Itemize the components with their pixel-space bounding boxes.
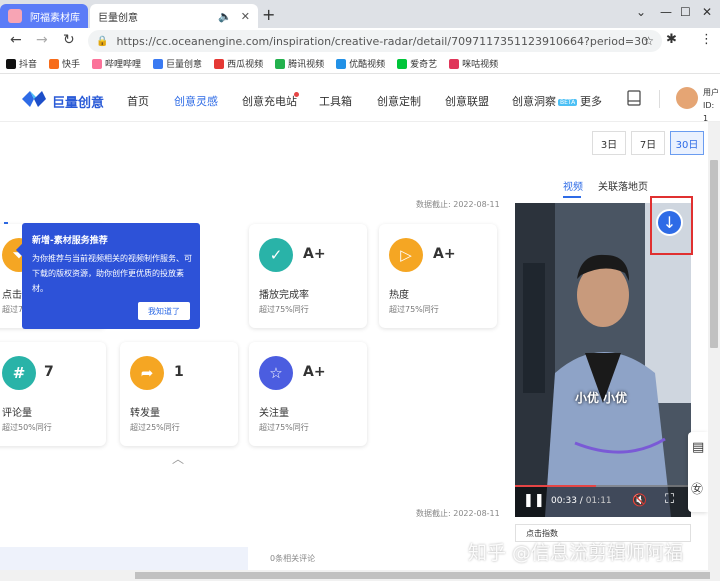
speaker-icon[interactable]: 🔈: [218, 10, 232, 23]
address-bar[interactable]: 🔒 https://cc.oceanengine.com/inspiration…: [88, 30, 662, 52]
bookmark-tencent[interactable]: 腾讯视频: [275, 57, 324, 70]
deadline-text-bottom: 数据截止: 2022-08-11: [416, 509, 500, 518]
bookmark-star-icon[interactable]: ☆: [643, 34, 654, 48]
bookmark-bilibili[interactable]: 哔哩哔哩: [92, 57, 141, 70]
lock-icon: 🔒: [96, 35, 109, 47]
tab-title: 阿福素材库: [30, 12, 80, 24]
avatar[interactable]: [676, 87, 698, 109]
notification-dot: [294, 92, 299, 97]
tab-favicon-icon: [8, 9, 22, 23]
bookmarks-bar: 抖音 快手 哔哩哔哩 巨量创意 西瓜视频 腾讯视频 优酷视频 爱奇艺 咪咕视频: [0, 54, 720, 74]
play-icon: ▷: [389, 238, 423, 272]
tab-landing-page[interactable]: 关联落地页: [598, 178, 648, 193]
maximize-icon[interactable]: ☐: [680, 5, 691, 19]
url-text[interactable]: https://cc.oceanengine.com/inspiration/c…: [116, 35, 648, 48]
range-3d-button[interactable]: 3日: [592, 131, 626, 155]
bookmark-xigua[interactable]: 西瓜视频: [214, 57, 263, 70]
menu-icon[interactable]: ⋮: [700, 32, 713, 47]
service-tooltip: 新增-素材服务推荐 为你推荐与当前视频相关的视频制作服务、可下载的版权资源，助你…: [15, 223, 200, 329]
vertical-scrollbar[interactable]: [708, 122, 720, 570]
juliang-logo-icon[interactable]: [22, 90, 46, 108]
nav-toolbox[interactable]: 工具箱: [319, 93, 352, 109]
new-tab-button[interactable]: +: [262, 5, 275, 24]
tooltip-title: 新增-素材服务推荐: [32, 236, 108, 246]
document-icon[interactable]: ▤: [692, 440, 704, 455]
video-time: 00:33 / 01:11: [551, 496, 612, 506]
video-caption: 小优 小优: [575, 391, 628, 405]
metric-card-comments[interactable]: # 7 评论量 超过50%同行: [0, 342, 106, 446]
chevron-down-icon[interactable]: ⌄: [636, 5, 646, 19]
share-icon: ➦: [130, 356, 164, 390]
floating-toolbar: ▤ ㊛: [688, 432, 708, 512]
metric-card-follows[interactable]: ☆ A+ 关注量 超过75%同行: [249, 342, 367, 446]
comments-count: 0条相关评论: [270, 554, 316, 563]
range-30d-button[interactable]: 30日: [670, 131, 704, 155]
tooltip-ok-button[interactable]: 我知道了: [138, 302, 190, 320]
divider: [659, 90, 660, 108]
metric-card-shares[interactable]: ➦ 1 转发量 超过25%同行: [120, 342, 238, 446]
star-icon: ☆: [259, 356, 293, 390]
caption-icon[interactable]: ㊛: [691, 480, 703, 497]
close-icon[interactable]: ✕: [241, 10, 250, 23]
user-info[interactable]: 用户 ID: 1: [703, 86, 720, 125]
nav-inspiration[interactable]: 创意灵感: [174, 93, 218, 109]
bookmark-douyin[interactable]: 抖音: [6, 57, 37, 70]
minimize-icon[interactable]: —: [660, 5, 672, 19]
nav-custom[interactable]: 创意定制: [377, 93, 421, 109]
forward-icon[interactable]: →: [36, 32, 48, 48]
check-icon: ✓: [259, 238, 293, 272]
scroll-thumb[interactable]: [135, 572, 710, 579]
metric-card-heat[interactable]: ▷ A+ 热度 超过75%同行: [379, 224, 497, 328]
bookmark-migu[interactable]: 咪咕视频: [449, 57, 498, 70]
bookmark-iqiyi[interactable]: 爱奇艺: [397, 57, 437, 70]
mute-icon[interactable]: 🔇: [632, 493, 647, 507]
beta-badge: BETA: [558, 98, 578, 106]
horizontal-scrollbar[interactable]: [0, 570, 720, 581]
range-7d-button[interactable]: 7日: [631, 131, 665, 155]
browser-tab-strip: 阿福素材库 巨量创意 🔈 ✕ + ⌄ — ☐ ✕: [0, 0, 720, 28]
comments-panel: [0, 547, 248, 570]
collapse-chevron-icon[interactable]: ︿: [172, 450, 184, 467]
scroll-thumb[interactable]: [710, 160, 718, 348]
extension-icon[interactable]: ✱: [666, 32, 677, 47]
back-icon[interactable]: ←: [10, 32, 22, 48]
site-header: 巨量创意 首页 创意灵感 创意充电站 工具箱 创意定制 创意联盟 创意洞察 BET…: [0, 76, 720, 125]
browser-toolbar: ← → ↻ 🔒 https://cc.oceanengine.com/inspi…: [0, 28, 720, 54]
hash-icon: #: [2, 356, 36, 390]
nav-charging-station[interactable]: 创意充电站: [242, 93, 297, 109]
logo-text[interactable]: 巨量创意: [52, 92, 104, 111]
close-window-icon[interactable]: ✕: [702, 5, 712, 19]
reload-icon[interactable]: ↻: [63, 32, 75, 48]
tooltip-body: 为你推荐与当前视频相关的视频制作服务、可下载的版权资源，助你创作更优质的投放素材…: [32, 254, 192, 293]
metric-card-completion[interactable]: ✓ A+ 播放完成率 超过75%同行: [249, 224, 367, 328]
nav-more[interactable]: 更多: [580, 93, 602, 109]
tab-video[interactable]: 视频: [563, 178, 583, 193]
tab-title: 巨量创意: [98, 12, 138, 24]
download-icon[interactable]: ↓: [656, 209, 683, 236]
fullscreen-icon[interactable]: ⛶: [665, 492, 674, 507]
bookmark-kuaishou[interactable]: 快手: [49, 57, 80, 70]
tab-underline: [563, 196, 581, 198]
watermark-text: 知乎 @信息流剪辑师阿福: [468, 542, 684, 564]
bookmark-juliang[interactable]: 巨量创意: [153, 57, 202, 70]
nav-alliance[interactable]: 创意联盟: [445, 93, 489, 109]
tab-juliang[interactable]: 巨量创意 🔈 ✕: [90, 4, 258, 28]
pause-icon[interactable]: ❚❚: [523, 493, 545, 508]
nav-home[interactable]: 首页: [127, 93, 149, 109]
deadline-text: 数据截止: 2022-08-11: [416, 200, 500, 209]
bookmark-youku[interactable]: 优酷视频: [336, 57, 385, 70]
device-icon[interactable]: [627, 90, 641, 106]
nav-insight[interactable]: 创意洞察 BETA: [512, 93, 578, 109]
tab-afu-library[interactable]: 阿福素材库: [0, 4, 88, 28]
